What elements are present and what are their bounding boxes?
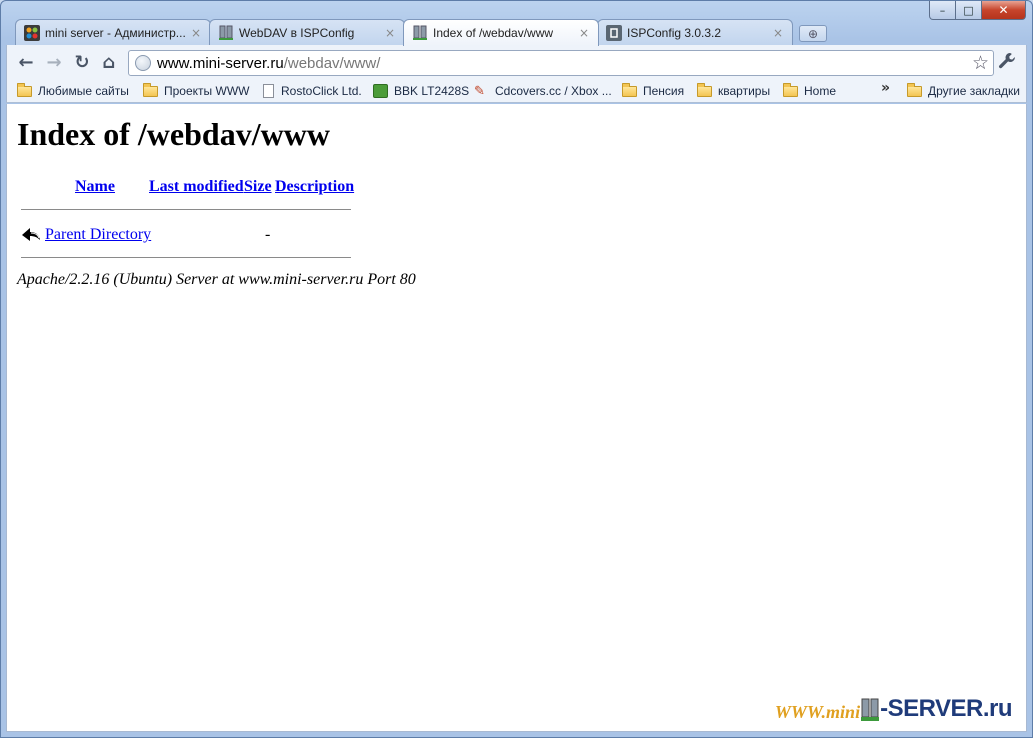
reload-button[interactable]: ↻ <box>72 52 92 73</box>
server-icon <box>218 25 234 41</box>
close-window-button[interactable]: ✕ <box>982 1 1026 20</box>
forward-button[interactable]: → <box>44 52 64 73</box>
divider <box>21 257 351 258</box>
server-icon <box>861 697 880 723</box>
window-controls: – □ ✕ <box>929 1 1026 20</box>
bookmark-bbk[interactable]: BBK LT2428S <box>373 82 469 100</box>
bookmark-label: Пенсия <box>643 84 685 98</box>
bookmark-label: Другие закладки <box>928 84 1020 98</box>
size-value: - <box>265 226 271 243</box>
bookmark-rostoclick[interactable]: RostoClick Ltd. <box>263 82 362 100</box>
page-icon <box>263 84 274 98</box>
column-size-link[interactable]: Size <box>244 178 272 196</box>
bookmark-kvartiry[interactable]: квартиры <box>697 82 770 100</box>
page-title: Index of /webdav/www <box>17 116 330 152</box>
tab-close-icon[interactable]: × <box>384 26 396 40</box>
tab-strip: mini server - Администр... × WebDAV в IS… <box>15 19 915 46</box>
folder-icon <box>17 82 32 97</box>
server-signature: Apache/2.2.16 (Ubuntu) Server at www.min… <box>17 271 416 288</box>
tab-title: Index of /webdav/www <box>433 26 554 40</box>
plus-icon: ⊕ <box>807 26 819 41</box>
folder-icon <box>783 82 798 97</box>
tab-index-webdav[interactable]: Index of /webdav/www × <box>403 19 599 46</box>
watermark-text-right: -SERVER.ru <box>880 695 1012 722</box>
bookmark-label: Проекты WWW <box>164 84 250 98</box>
bookmark-label: Cdcovers.cc / Xbox ... <box>495 84 612 98</box>
address-bar[interactable]: www.mini-server.ru/webdav/www/ ☆ <box>128 50 994 76</box>
joomla-icon <box>24 24 40 41</box>
new-tab-button[interactable]: ⊕ <box>799 25 827 42</box>
bookmark-home[interactable]: Home <box>783 82 836 100</box>
tab-title: mini server - Администр... <box>45 25 186 40</box>
watermark-logo: WWW.mini -SERVER.ru <box>774 695 1013 723</box>
ispconfig-icon <box>606 24 622 41</box>
page-content: Index of /webdav/www Name Last modified … <box>6 104 1027 732</box>
url-host: www.mini-server.ru <box>157 54 284 72</box>
toolbar: ← → ↻ ⌂ www.mini-server.ru/webdav/www/ ☆ <box>6 45 1027 79</box>
bookmark-label: Любимые сайты <box>38 84 129 98</box>
bbk-icon <box>373 84 388 98</box>
server-icon <box>412 25 428 41</box>
back-arrow-icon <box>22 228 40 241</box>
divider <box>21 209 351 210</box>
bookmark-star-icon[interactable]: ☆ <box>972 52 989 74</box>
column-last-modified-link[interactable]: Last modified <box>149 178 244 196</box>
tab-ispconfig[interactable]: ISPConfig 3.0.3.2 × <box>597 19 793 45</box>
tab-webdav-ispconfig[interactable]: WebDAV в ISPConfig × <box>209 19 405 45</box>
folder-icon <box>907 82 922 97</box>
tab-mini-server[interactable]: mini server - Администр... × <box>15 19 211 45</box>
tab-close-icon[interactable]: × <box>578 26 590 40</box>
home-button[interactable]: ⌂ <box>99 52 119 73</box>
column-name-link[interactable]: Name <box>75 178 115 196</box>
tab-close-icon[interactable]: × <box>190 26 202 40</box>
bookmark-label: Home <box>804 84 837 98</box>
watermark-text-left: WWW.mini <box>774 702 861 722</box>
bookmark-proekty-www[interactable]: Проекты WWW <box>143 82 249 100</box>
bookmark-lyubimye-saity[interactable]: Любимые сайты <box>17 82 129 100</box>
back-button[interactable]: ← <box>16 52 36 73</box>
bookmark-label: BBK LT2428S <box>394 84 470 98</box>
parent-directory-link[interactable]: Parent Directory <box>45 226 151 244</box>
globe-icon <box>135 55 151 71</box>
cdcovers-icon: ✎ <box>474 83 485 98</box>
bookmark-label: квартиры <box>718 84 771 98</box>
bookmark-cdcovers[interactable]: ✎ Cdcovers.cc / Xbox ... <box>474 82 612 100</box>
maximize-button[interactable]: □ <box>956 1 982 20</box>
folder-icon <box>697 82 712 97</box>
tab-title: ISPConfig 3.0.3.2 <box>627 25 722 40</box>
minimize-button[interactable]: – <box>929 1 956 20</box>
tab-close-icon[interactable]: × <box>772 26 784 40</box>
column-description-link[interactable]: Description <box>275 178 354 196</box>
folder-icon <box>143 82 158 97</box>
bookmark-label: RostoClick Ltd. <box>281 84 362 98</box>
bookmark-other[interactable]: Другие закладки <box>907 82 1020 100</box>
bookmarks-bar: Любимые сайты Проекты WWW RostoClick Ltd… <box>6 79 1027 103</box>
folder-icon <box>622 82 637 97</box>
browser-window: – □ ✕ mini server - Администр... × WebDA… <box>0 0 1033 738</box>
url-path: /webdav/www/ <box>283 54 381 72</box>
bookmarks-overflow-chevron-icon[interactable]: » <box>881 80 890 96</box>
wrench-menu-icon[interactable] <box>998 52 1016 74</box>
bookmark-pensiya[interactable]: Пенсия <box>622 82 684 100</box>
tab-title: WebDAV в ISPConfig <box>239 25 355 40</box>
